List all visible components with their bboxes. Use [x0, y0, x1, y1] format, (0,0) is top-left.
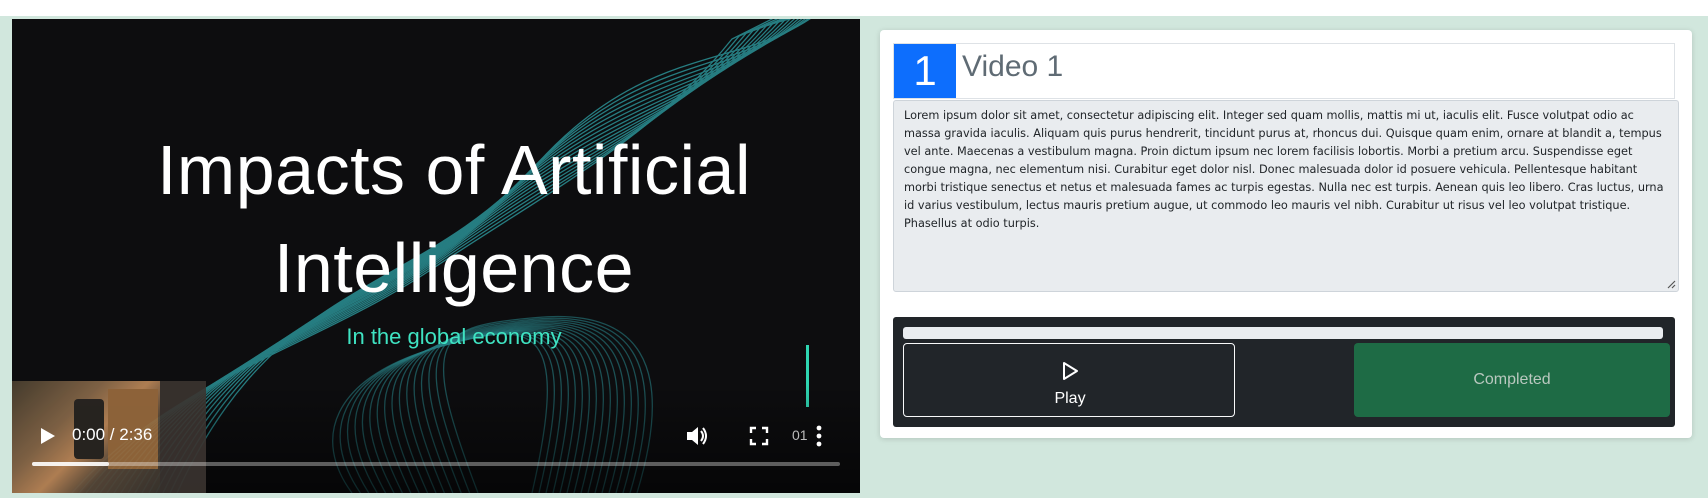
- video-card: 1 Video 1 Lorem ipsum dolor sit amet, co…: [880, 30, 1692, 438]
- slide-title: Impacts of Artificial Intelligence: [156, 131, 751, 307]
- play-icon[interactable]: [34, 423, 60, 449]
- video-scrubber[interactable]: [32, 462, 840, 466]
- progress-bar: [903, 327, 1663, 339]
- slide-subtitle: In the global economy: [346, 324, 562, 349]
- video-title: Video 1: [962, 50, 1064, 83]
- menu-label: 01: [792, 427, 808, 443]
- video-header: 1 Video 1: [893, 43, 1675, 99]
- video-player[interactable]: Impacts of Artificial Intelligence In th…: [12, 19, 860, 493]
- completed-button[interactable]: Completed: [1354, 343, 1670, 417]
- volume-icon[interactable]: [684, 423, 710, 449]
- video-number-badge: 1: [894, 44, 956, 98]
- more-vertical-icon[interactable]: [812, 423, 826, 449]
- video-scrubber-fill: [32, 462, 109, 466]
- description-text: Lorem ipsum dolor sit amet, consectetur …: [904, 109, 1664, 230]
- time-display: 0:00 / 2:36: [72, 425, 153, 444]
- playback-panel: Play Completed: [893, 317, 1675, 427]
- fullscreen-icon[interactable]: [746, 423, 772, 449]
- play-outline-icon: [1063, 362, 1078, 380]
- resize-grip-icon[interactable]: [1666, 279, 1676, 289]
- description-textarea[interactable]: Lorem ipsum dolor sit amet, consectetur …: [893, 100, 1679, 292]
- play-button-label: Play: [1054, 390, 1086, 407]
- play-button[interactable]: Play: [903, 343, 1235, 417]
